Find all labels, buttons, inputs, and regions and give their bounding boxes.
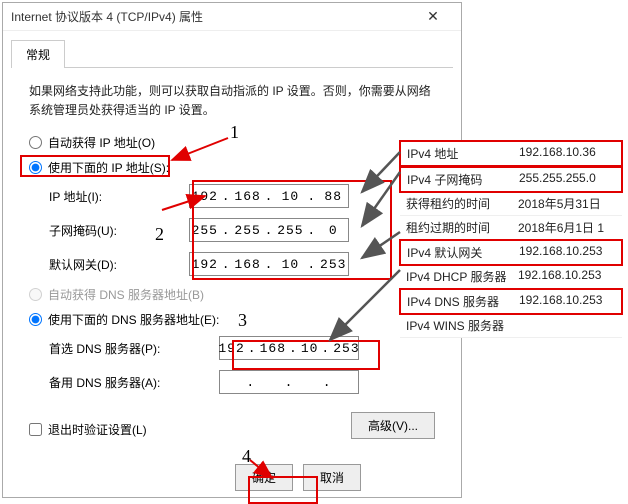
tab-general[interactable]: 常规 bbox=[11, 40, 65, 68]
annotation-1: 1 bbox=[230, 122, 239, 143]
annotation-4: 4 bbox=[242, 446, 251, 467]
gateway-input[interactable]: 192. 168. 10. 253 bbox=[189, 252, 349, 276]
radio-auto-dns-input bbox=[29, 288, 42, 301]
alt-dns-row: 备用 DNS 服务器(A): . . . bbox=[49, 370, 435, 394]
radio-manual-dns-label: 使用下面的 DNS 服务器地址(E): bbox=[48, 311, 219, 328]
radio-auto-dns-label: 自动获得 DNS 服务器地址(B) bbox=[48, 286, 204, 303]
ip-group: 自动获得 IP 地址(O) 使用下面的 IP 地址(S): IP 地址(I): … bbox=[29, 134, 435, 276]
annotation-2: 2 bbox=[155, 224, 164, 245]
ip-fields: IP 地址(I): 192. 168. 10. 88 子网掩码(U): 255.… bbox=[49, 184, 435, 276]
dns-fields: 首选 DNS 服务器(P): 192. 168. 10. 253 备用 DNS … bbox=[49, 336, 435, 394]
dns-group: 自动获得 DNS 服务器地址(B) 使用下面的 DNS 服务器地址(E): 首选… bbox=[29, 286, 435, 394]
footer-row: 退出时验证设置(L) 高级(V)... bbox=[29, 412, 435, 439]
advanced-button[interactable]: 高级(V)... bbox=[351, 412, 435, 439]
alt-dns-label: 备用 DNS 服务器(A): bbox=[49, 374, 219, 391]
pref-dns-input[interactable]: 192. 168. 10. 253 bbox=[219, 336, 359, 360]
info-lease-obtained: 获得租约的时间2018年5月31日 bbox=[400, 192, 622, 216]
subnet-mask-row: 子网掩码(U): 255. 255. 255. 0 bbox=[49, 218, 435, 242]
window-title: Internet 协议版本 4 (TCP/IPv4) 属性 bbox=[11, 8, 413, 25]
radio-auto-ip-input[interactable] bbox=[29, 136, 42, 149]
close-button[interactable]: ✕ bbox=[413, 3, 453, 31]
titlebar: Internet 协议版本 4 (TCP/IPv4) 属性 ✕ bbox=[3, 3, 461, 31]
info-ipv4-address: IPv4 地址192.168.10.36 bbox=[399, 140, 623, 167]
annotation-3: 3 bbox=[238, 310, 247, 331]
info-ipv4-wins: IPv4 WINS 服务器 bbox=[400, 314, 622, 338]
gateway-row: 默认网关(D): 192. 168. 10. 253 bbox=[49, 252, 435, 276]
pref-dns-label: 首选 DNS 服务器(P): bbox=[49, 340, 219, 357]
radio-manual-dns-input[interactable] bbox=[29, 313, 42, 326]
info-lease-expires: 租约过期的时间2018年6月1日 1 bbox=[400, 216, 622, 240]
info-ipv4-gateway: IPv4 默认网关192.168.10.253 bbox=[399, 239, 623, 266]
validate-checkbox-row[interactable]: 退出时验证设置(L) bbox=[29, 421, 147, 438]
radio-manual-ip[interactable]: 使用下面的 IP 地址(S): bbox=[29, 159, 435, 176]
radio-auto-ip-label: 自动获得 IP 地址(O) bbox=[48, 134, 155, 151]
subnet-mask-label: 子网掩码(U): bbox=[49, 222, 189, 239]
properties-dialog: Internet 协议版本 4 (TCP/IPv4) 属性 ✕ 常规 如果网络支… bbox=[2, 2, 462, 498]
radio-manual-dns[interactable]: 使用下面的 DNS 服务器地址(E): bbox=[29, 311, 435, 328]
radio-manual-ip-input[interactable] bbox=[29, 161, 42, 174]
cancel-button[interactable]: 取消 bbox=[303, 464, 361, 491]
info-ipv4-dhcp: IPv4 DHCP 服务器192.168.10.253 bbox=[400, 265, 622, 289]
validate-label: 退出时验证设置(L) bbox=[48, 421, 147, 438]
radio-manual-ip-label: 使用下面的 IP 地址(S): bbox=[48, 159, 169, 176]
radio-auto-dns: 自动获得 DNS 服务器地址(B) bbox=[29, 286, 435, 303]
ip-address-row: IP 地址(I): 192. 168. 10. 88 bbox=[49, 184, 435, 208]
validate-checkbox[interactable] bbox=[29, 423, 42, 436]
gateway-label: 默认网关(D): bbox=[49, 256, 189, 273]
pref-dns-row: 首选 DNS 服务器(P): 192. 168. 10. 253 bbox=[49, 336, 435, 360]
network-info-panel: IPv4 地址192.168.10.36 IPv4 子网掩码255.255.25… bbox=[400, 140, 622, 338]
ip-address-label: IP 地址(I): bbox=[49, 188, 189, 205]
subnet-mask-input[interactable]: 255. 255. 255. 0 bbox=[189, 218, 349, 242]
footer-buttons: 确定 取消 bbox=[235, 464, 361, 491]
alt-dns-input[interactable]: . . . bbox=[219, 370, 359, 394]
ip-address-input[interactable]: 192. 168. 10. 88 bbox=[189, 184, 349, 208]
info-ipv4-dns: IPv4 DNS 服务器192.168.10.253 bbox=[399, 288, 623, 315]
ok-button[interactable]: 确定 bbox=[235, 464, 293, 491]
info-ipv4-mask: IPv4 子网掩码255.255.255.0 bbox=[399, 166, 623, 193]
description-text: 如果网络支持此功能，则可以获取自动指派的 IP 设置。否则，你需要从网络系统管理… bbox=[29, 82, 435, 120]
tabs: 常规 bbox=[3, 31, 461, 67]
